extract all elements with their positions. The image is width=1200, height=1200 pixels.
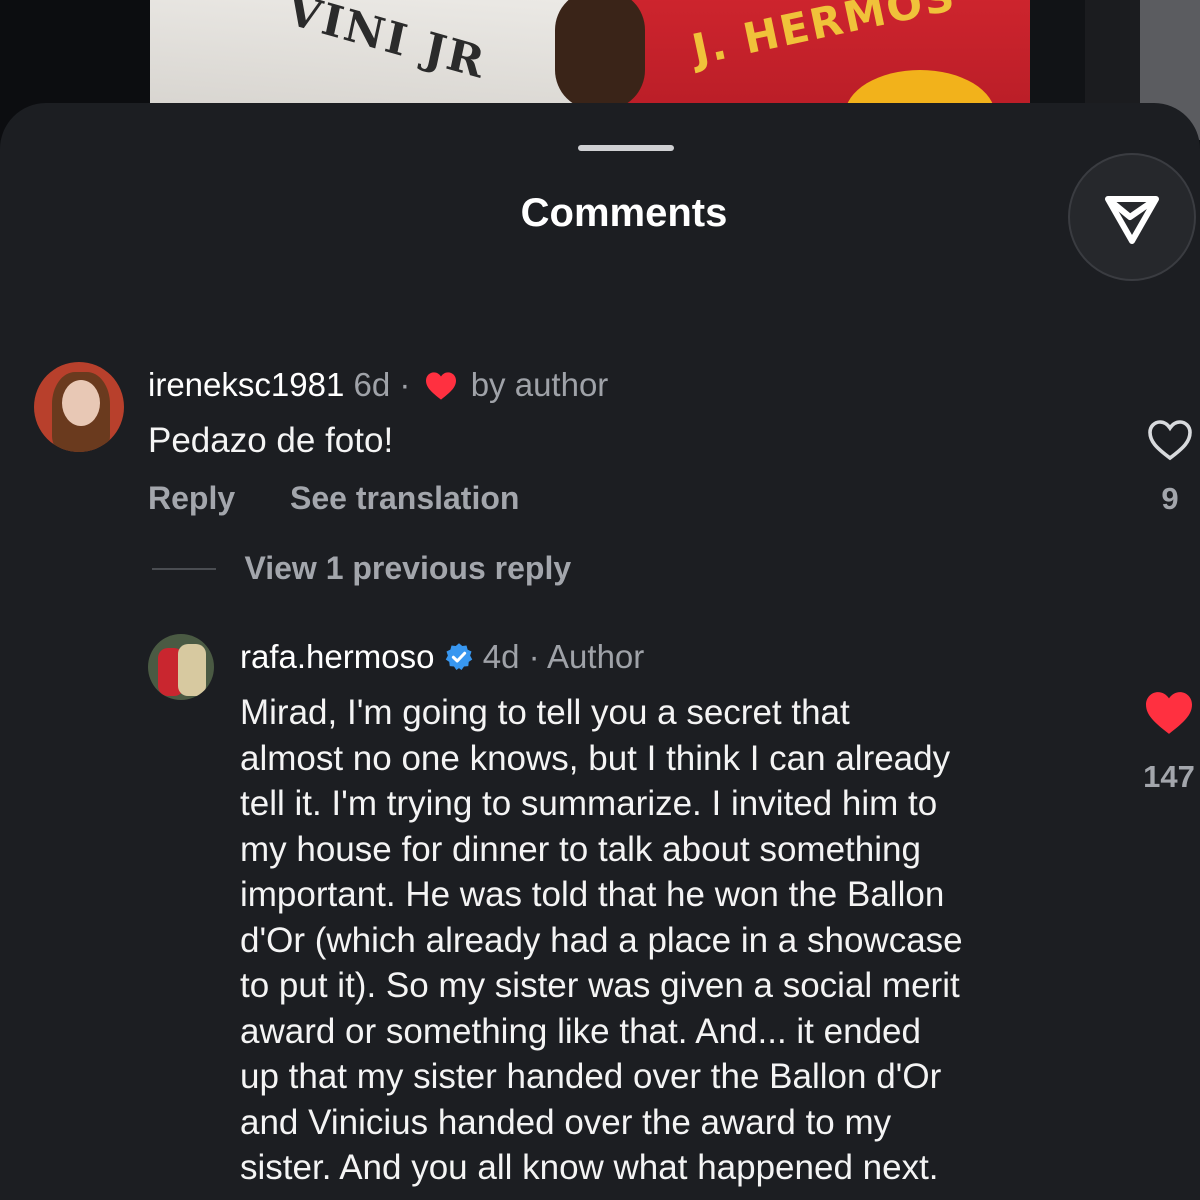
reply-text-line: Mirad, I'm going to tell you a secret th… xyxy=(240,693,850,732)
reply-text-line: and Vinicius handed over the award to my xyxy=(240,1102,892,1142)
comment-time: 6d xyxy=(353,366,391,403)
reply-like-count: 147 xyxy=(1143,759,1195,794)
share-button[interactable] xyxy=(1068,153,1196,281)
comment-username[interactable]: ireneksc1981 xyxy=(148,366,344,403)
avatar-face xyxy=(62,380,100,426)
reply-text-line: up that my sister handed over the Ballon… xyxy=(240,1057,942,1096)
separator: · xyxy=(399,366,411,403)
reply-text-line: my house for dinner to talk about someth… xyxy=(240,829,921,869)
drag-handle[interactable] xyxy=(578,145,674,151)
white-jersey-text: VINI JR xyxy=(281,0,491,90)
send-icon xyxy=(1105,196,1159,244)
reply-text: Mirad, I'm going to tell you a secret th… xyxy=(240,690,963,1191)
reply-text-line: d'Or (which already had a place in a sho… xyxy=(240,920,963,960)
divider-line xyxy=(152,567,216,570)
heart-icon xyxy=(425,372,456,400)
reply-meta: rafa.hermoso 4d · Author xyxy=(240,638,644,676)
verified-badge-icon xyxy=(445,643,472,670)
like-column: 9 xyxy=(1138,418,1200,517)
view-replies-button[interactable]: View 1 previous reply xyxy=(152,550,571,587)
heart-filled-icon[interactable] xyxy=(1143,690,1195,736)
separator: · xyxy=(528,638,540,675)
reply-text-line: to put it). So my sister was given a soc… xyxy=(240,966,960,1005)
reply-username[interactable]: rafa.hermoso xyxy=(240,638,434,675)
avatar-figure xyxy=(178,644,206,696)
see-translation-button[interactable]: See translation xyxy=(290,480,519,516)
author-badge: Author xyxy=(547,638,645,675)
reply-like-column: 147 xyxy=(1138,690,1200,795)
reply-text-line: important. He was told that he won the B… xyxy=(240,875,945,914)
comment-meta: ireneksc1981 6d · by author xyxy=(148,366,608,404)
hand xyxy=(555,0,645,110)
red-jersey-text: J. HERMOS xyxy=(687,0,961,75)
reply-time: 4d xyxy=(482,638,520,675)
reply-text-line: tell it. I'm trying to summarize. I invi… xyxy=(240,784,938,823)
avatar[interactable] xyxy=(34,362,124,452)
sheet-title: Comments xyxy=(520,191,728,235)
liked-by-author-label: by author xyxy=(470,366,609,403)
comment-actions: Reply See translation xyxy=(148,480,565,517)
reply-text-line: award or something like that. And... it … xyxy=(240,1011,921,1051)
reply-text-line: sister. And you all know what happened n… xyxy=(240,1148,939,1187)
reply-text-line: almost no one knows, but I think I can a… xyxy=(240,738,951,778)
reply-avatar[interactable] xyxy=(148,634,214,700)
comment-text: Pedazo de foto! xyxy=(148,421,394,460)
view-replies-label: View 1 previous reply xyxy=(244,550,572,586)
heart-outline-icon[interactable] xyxy=(1145,418,1195,462)
like-count: 9 xyxy=(1161,481,1179,516)
reply-button[interactable]: Reply xyxy=(148,480,235,516)
